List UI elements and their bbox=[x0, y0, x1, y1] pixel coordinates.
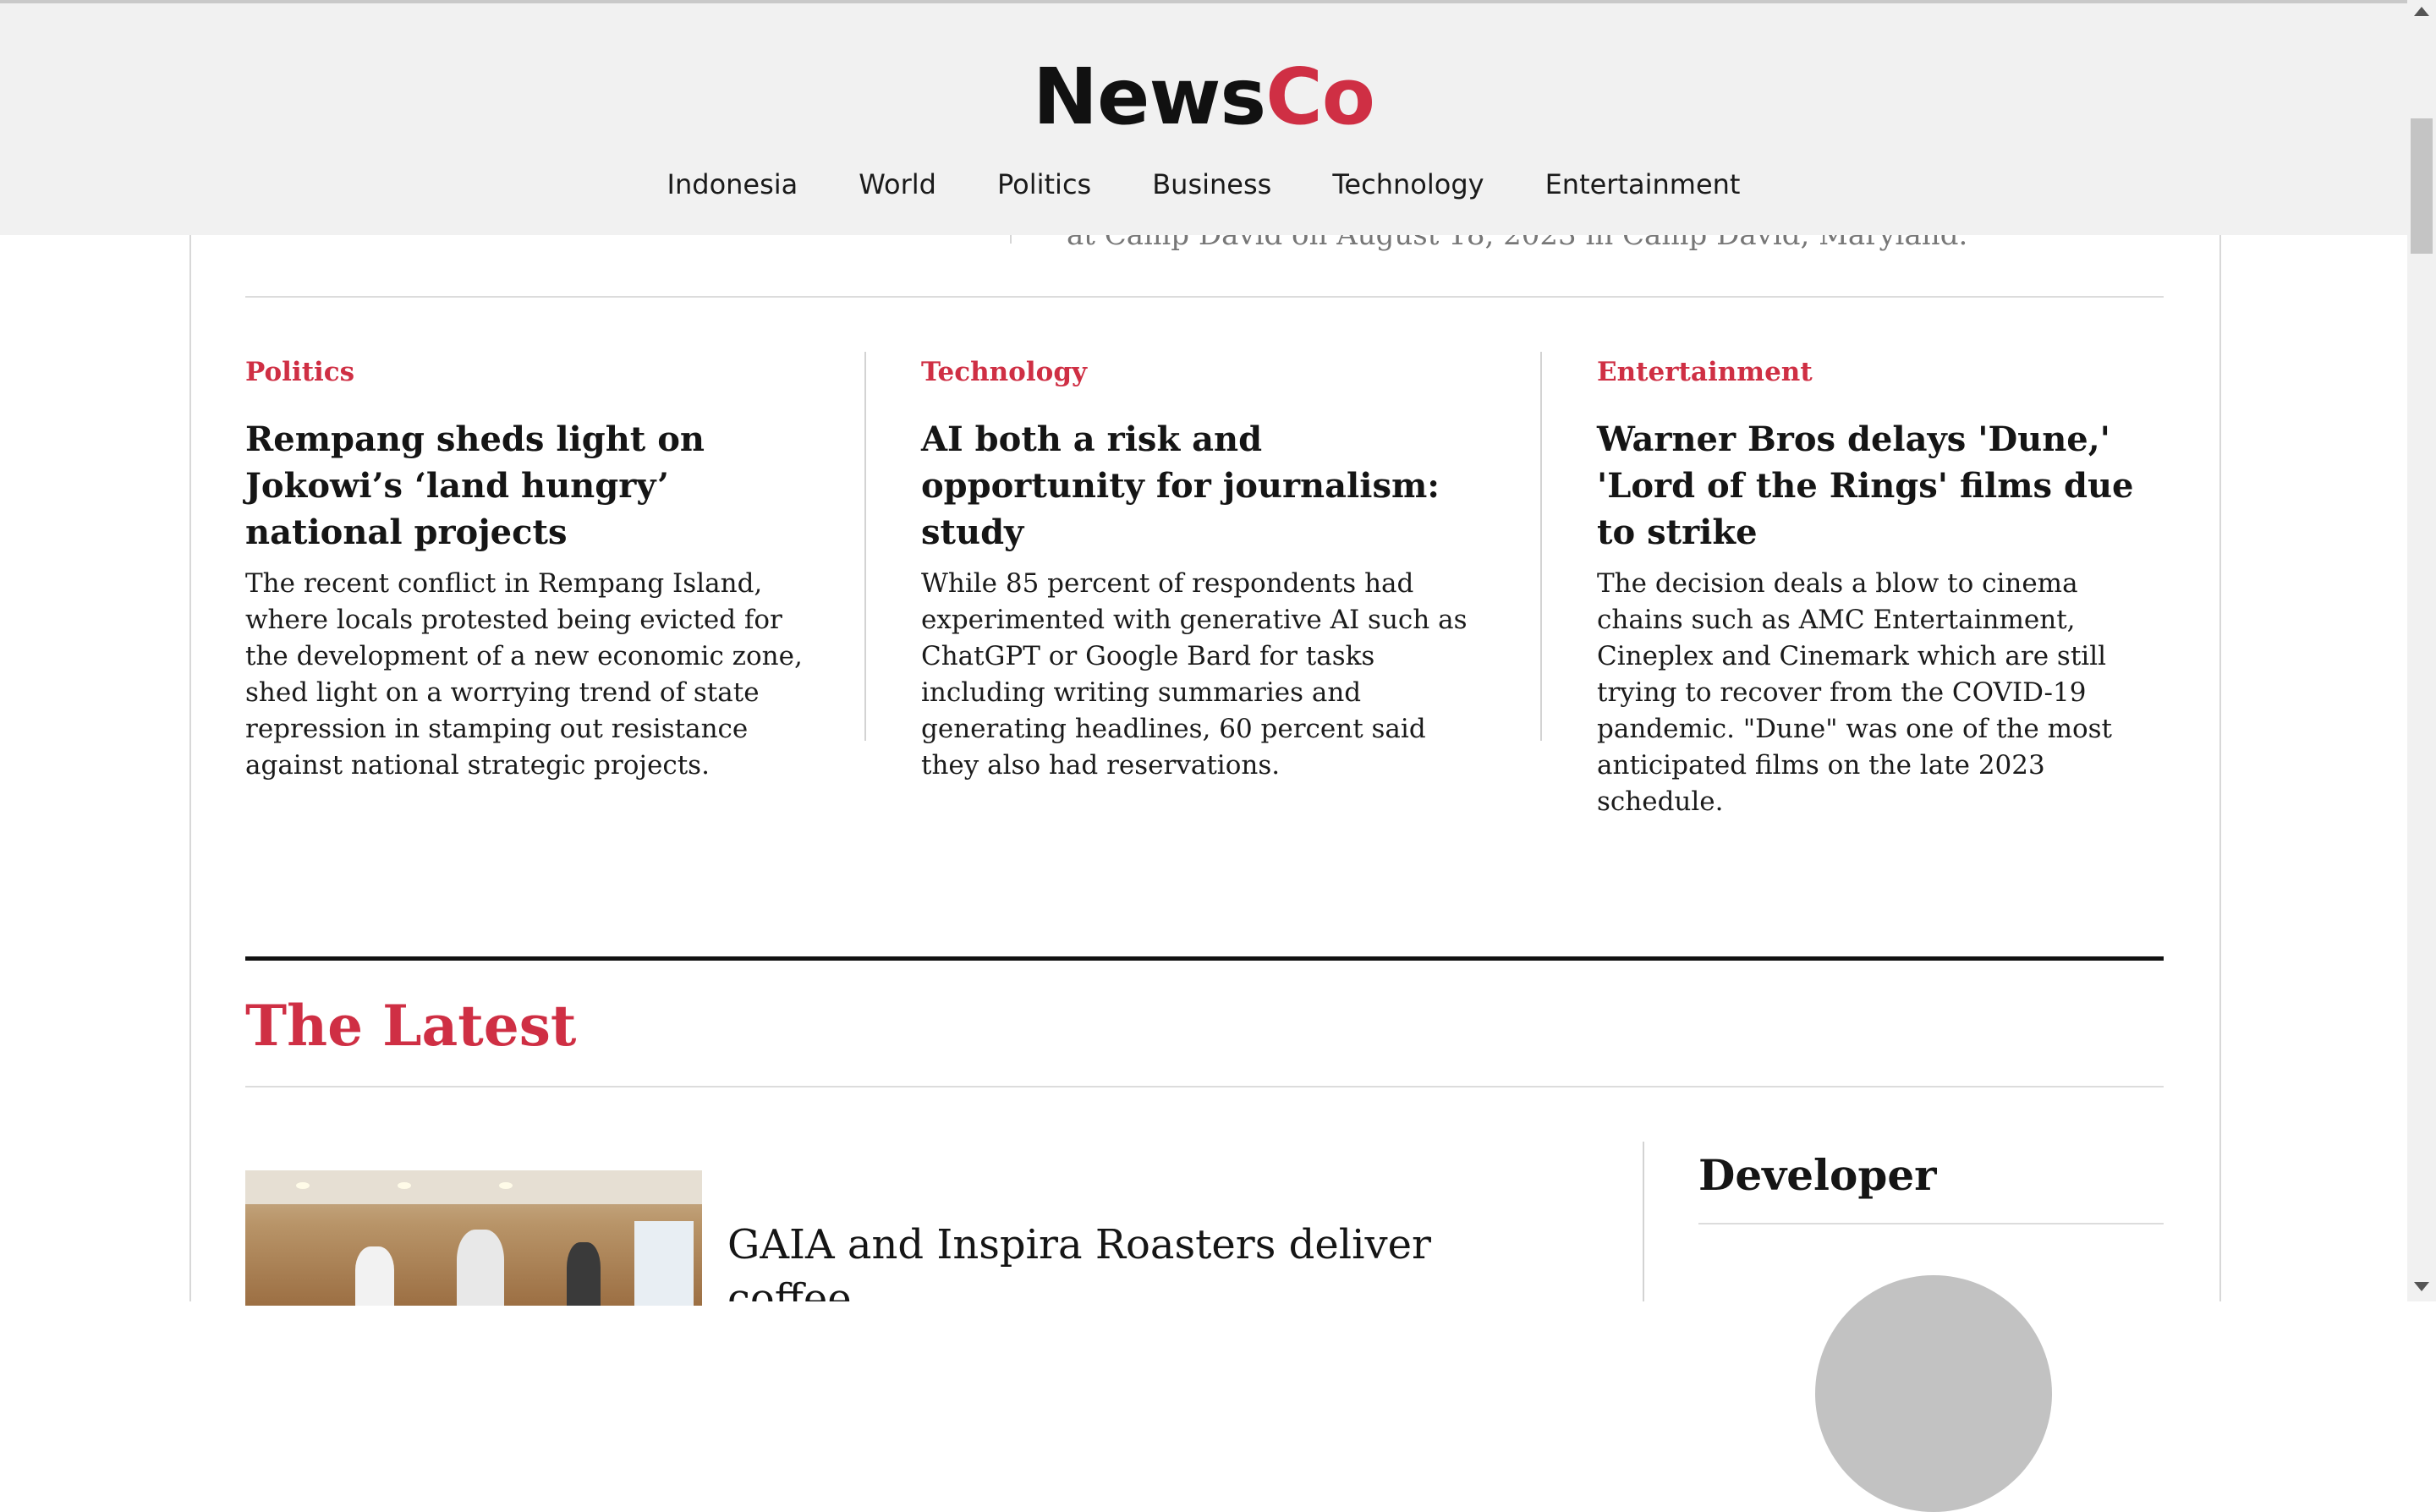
logo-co: Co bbox=[1265, 52, 1375, 142]
thumbnail-screen bbox=[634, 1221, 694, 1306]
article-headline[interactable]: Rempang sheds light on Jokowi’s ‘land hu… bbox=[245, 416, 812, 556]
scrollbar-thumb[interactable] bbox=[2411, 118, 2433, 254]
nav-indonesia[interactable]: Indonesia bbox=[667, 168, 798, 200]
nav-politics[interactable]: Politics bbox=[997, 168, 1091, 200]
section-title-latest: The Latest bbox=[245, 993, 577, 1059]
site-logo[interactable]: NewsCo bbox=[0, 51, 2407, 144]
article-summary: The decision deals a blow to cinema chai… bbox=[1597, 568, 2113, 817]
thumbnail-light bbox=[398, 1182, 411, 1189]
sidebar-divider bbox=[1698, 1223, 2164, 1224]
column-divider bbox=[1010, 235, 1012, 244]
column-divider bbox=[1540, 352, 1542, 741]
nav-business[interactable]: Business bbox=[1152, 168, 1271, 200]
thumbnail-person bbox=[457, 1230, 504, 1306]
sidebar-title: Developer bbox=[1698, 1150, 1937, 1200]
article-card[interactable]: Entertainment Warner Bros delays 'Dune,'… bbox=[1597, 353, 2164, 820]
column-divider bbox=[1643, 1142, 1644, 1301]
article-summary: While 85 percent of respondents had expe… bbox=[921, 568, 1468, 781]
nav-entertainment[interactable]: Entertainment bbox=[1545, 168, 1741, 200]
thumbnail-ceiling bbox=[245, 1170, 702, 1204]
scroll-up-arrow-icon[interactable] bbox=[2414, 7, 2429, 16]
scroll-down-arrow-icon[interactable] bbox=[2414, 1282, 2429, 1291]
article-summary: The recent conflict in Rempang Island, w… bbox=[245, 568, 803, 781]
article-category[interactable]: Politics bbox=[245, 353, 812, 391]
thumbnail-light bbox=[296, 1182, 310, 1189]
article-card[interactable]: Politics Rempang sheds light on Jokowi’s… bbox=[245, 353, 812, 784]
article-card[interactable]: Technology AI both a risk and opportunit… bbox=[921, 353, 1488, 784]
latest-article-headline[interactable]: GAIA and Inspira Roasters deliver coffee… bbox=[727, 1218, 1489, 1301]
thumbnail-light bbox=[499, 1182, 513, 1189]
section-divider bbox=[245, 1086, 2164, 1087]
logo-news: News bbox=[1033, 52, 1266, 142]
article-category[interactable]: Entertainment bbox=[1597, 353, 2164, 391]
article-headline[interactable]: Warner Bros delays 'Dune,' 'Lord of the … bbox=[1597, 416, 2164, 556]
site-header: NewsCo Indonesia World Politics Business… bbox=[0, 3, 2407, 235]
main-nav: Indonesia World Politics Business Techno… bbox=[0, 168, 2407, 200]
nav-world[interactable]: World bbox=[859, 168, 936, 200]
nav-technology[interactable]: Technology bbox=[1332, 168, 1484, 200]
avatar[interactable] bbox=[1815, 1275, 2052, 1512]
article-headline[interactable]: AI both a risk and opportunity for journ… bbox=[921, 416, 1488, 556]
thumbnail-person bbox=[355, 1246, 394, 1306]
main-content: at Camp David on August 18, 2023 in Camp… bbox=[189, 235, 2221, 1512]
section-divider bbox=[245, 296, 2164, 298]
article-thumbnail[interactable] bbox=[245, 1170, 702, 1306]
column-divider bbox=[864, 352, 866, 741]
thumbnail-person bbox=[567, 1242, 601, 1306]
section-divider-thick bbox=[245, 956, 2164, 961]
article-category[interactable]: Technology bbox=[921, 353, 1488, 391]
latest-headline-line1: GAIA and Inspira Roasters deliver coffee bbox=[727, 1221, 1431, 1301]
